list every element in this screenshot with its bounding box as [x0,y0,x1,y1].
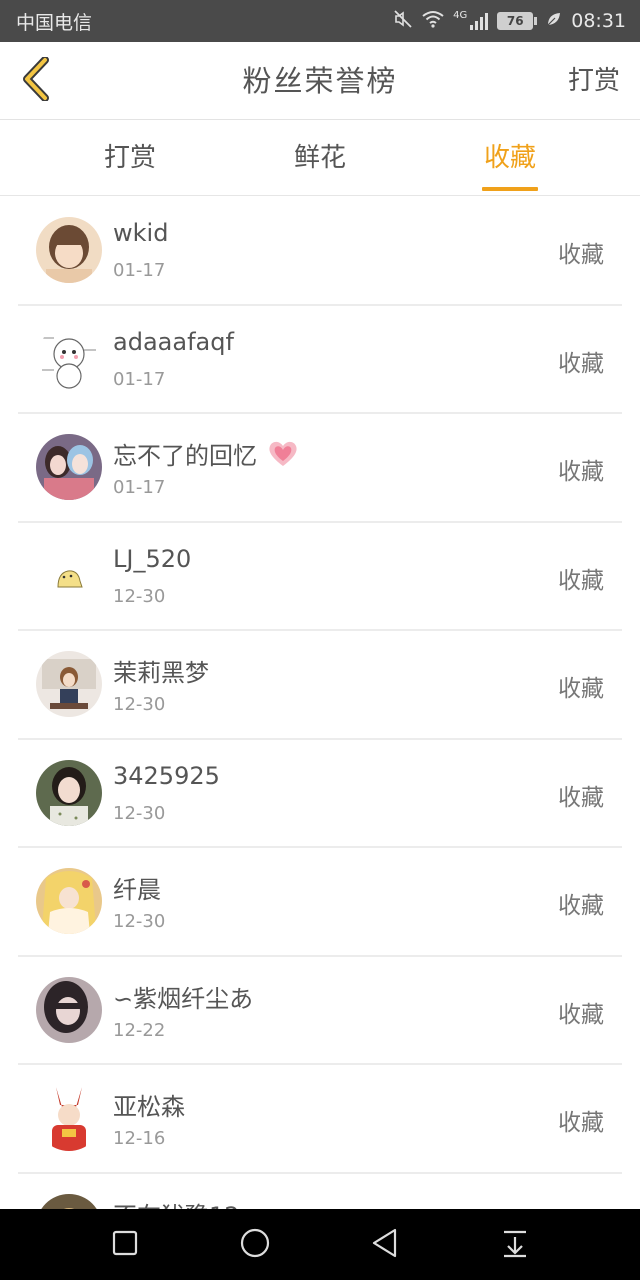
page-title: 粉丝荣誉榜 [242,64,398,98]
fan-action: 收藏 [558,893,604,919]
avatar [36,868,102,934]
avatar [36,976,102,1043]
fan-date: 12-16 [113,1128,166,1149]
fan-date: 12-30 [113,911,166,932]
recent-apps-icon [111,1229,139,1261]
avatar [36,1193,102,1209]
back-icon [370,1227,400,1263]
home-button[interactable] [225,1215,285,1275]
fan-name: 茉莉黑梦 [113,659,209,687]
list-item[interactable]: ∽紫烟纤尘あ 12-22 收藏 [18,957,622,1065]
list-item[interactable]: wkid 01-17 收藏 [18,197,622,306]
avatar [36,434,102,500]
leaf-icon [546,10,562,32]
battery-icon: 76 [497,12,538,30]
avatar [36,325,102,392]
list-item[interactable]: 忘不了的回忆 01-17 收藏 [18,414,622,523]
fan-action: 收藏 [558,567,604,594]
heart-icon [267,440,299,474]
fan-name: 亚松森 [113,1093,185,1121]
avatar [36,217,102,283]
mute-icon [393,9,413,34]
fan-name: ∽紫烟纤尘あ [113,984,254,1013]
recent-apps-button[interactable] [95,1215,155,1275]
list-item[interactable]: 茉莉黑梦 12-30 收藏 [18,631,622,740]
tab-bar: 打赏 鲜花 收藏 [0,121,640,196]
fan-action: 收藏 [558,676,604,702]
fan-list: wkid 01-17 收藏 adaaafaqf 01-17 收藏 忘不了的回忆 … [0,197,640,1209]
fan-date: 01-17 [113,260,166,281]
fan-action: 收藏 [558,242,604,268]
list-item[interactable]: 亚松森 12-16 收藏 [18,1065,622,1174]
list-item[interactable]: 3425925 12-30 收藏 [18,740,622,848]
wifi-icon [422,10,444,33]
clock: 08:31 [571,10,626,32]
avatar [36,1085,102,1151]
fan-action: 收藏 [558,1001,604,1028]
active-tab-indicator [482,187,538,191]
tab-favorites[interactable]: 收藏 [450,121,570,196]
list-item[interactable]: 纤晨 12-30 收藏 [18,848,622,957]
reward-button[interactable]: 打赏 [568,42,620,120]
network-type: 4G [453,9,468,21]
fan-action: 收藏 [558,784,604,811]
fan-name-text: 忘不了的回忆 [113,442,257,470]
battery-level: 76 [497,12,534,30]
carrier-label: 中国电信 [16,11,93,34]
signal-icon [470,12,489,30]
header: 粉丝荣誉榜 打赏 [0,42,640,120]
fan-date: 01-17 [113,477,166,498]
fan-action: 收藏 [558,350,604,377]
fan-action: 收藏 [558,459,604,485]
tab-flowers[interactable]: 鲜花 [260,121,380,196]
fan-name: 忘不了的回忆 [113,436,299,474]
avatar [36,542,102,609]
fan-date: 12-30 [113,802,166,824]
avatar [36,759,102,826]
fan-name: LJ_520 [113,544,192,573]
system-back-button[interactable] [355,1215,415,1275]
tab-favorites-label: 收藏 [483,143,536,173]
status-bar: 中国电信 4G 76 08:31 [0,0,640,42]
list-item[interactable]: LJ_520 12-30 收藏 [18,523,622,631]
fan-date: 01-17 [113,368,166,390]
fan-action: 收藏 [558,1110,604,1136]
notification-pull-icon [500,1228,530,1262]
tab-reward[interactable]: 打赏 [70,121,190,196]
fan-name: 纤晨 [113,876,161,904]
fan-name: 3425925 [113,761,220,790]
list-item[interactable]: adaaafaqf 01-17 收藏 [18,306,622,414]
avatar [36,651,102,717]
fan-name: adaaafaqf [113,327,234,356]
fan-date: 12-22 [113,1019,166,1041]
list-item[interactable]: 不在犹豫12 [18,1174,622,1210]
fan-name: wkid [113,219,169,247]
status-icons: 4G 76 08:31 [393,9,626,34]
home-icon [239,1227,271,1263]
fan-date: 12-30 [113,585,166,607]
system-nav-bar [0,1209,640,1280]
fan-date: 12-30 [113,694,166,715]
notification-pull-button[interactable] [485,1215,545,1275]
fan-name: 不在犹豫12 [113,1196,240,1210]
